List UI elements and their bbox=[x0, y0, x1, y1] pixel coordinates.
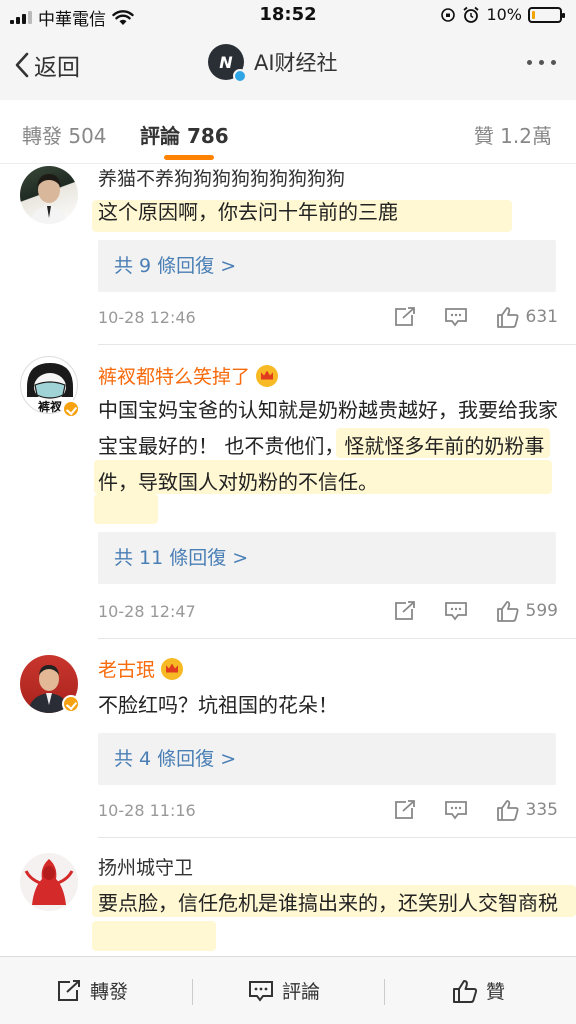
more-options-icon[interactable] bbox=[527, 60, 556, 65]
comment-date: 10-28 12:47 bbox=[98, 602, 196, 621]
battery-percent: 10% bbox=[486, 5, 522, 24]
view-replies-link[interactable]: 共 4 條回復 > bbox=[98, 733, 556, 785]
avatar[interactable] bbox=[20, 853, 78, 911]
thumbs-up-icon bbox=[496, 601, 519, 622]
repost-label: 轉發 bbox=[90, 981, 129, 1003]
orientation-lock-icon bbox=[441, 7, 456, 22]
active-tab-indicator bbox=[164, 155, 214, 160]
tab-comments[interactable]: 評論 786 bbox=[140, 120, 229, 149]
tab-repost[interactable]: 轉發 504 bbox=[22, 120, 107, 149]
divider bbox=[192, 979, 193, 1005]
like-button[interactable]: 599 bbox=[496, 600, 558, 622]
tab-bar: 轉發 504 評論 786 贊 1.2萬 bbox=[0, 100, 576, 164]
comment-actions: 335 bbox=[366, 799, 558, 821]
like-count: 631 bbox=[525, 307, 558, 327]
thumbs-up-icon bbox=[453, 979, 478, 1003]
comment-item: 扬州城守卫 要点脸，信任危机是谁搞出来的，还笑别人交智商税 bbox=[0, 841, 576, 956]
verified-badge-icon bbox=[62, 695, 80, 713]
like-button[interactable]: 贊 bbox=[452, 977, 505, 1004]
comment-text: 不脸红吗？坑祖国的花朵！ bbox=[98, 693, 338, 717]
username-text[interactable]: 养猫不养狗狗狗狗狗狗狗狗狗 bbox=[98, 164, 345, 191]
status-right: 10% bbox=[440, 5, 565, 24]
comment-button[interactable]: 評論 bbox=[248, 977, 320, 1004]
comment-icon bbox=[249, 980, 273, 1002]
bottom-action-bar: 轉發 評論 贊 bbox=[0, 956, 576, 1024]
avatar-caption: 裤衩 bbox=[38, 399, 63, 414]
battery-level bbox=[532, 10, 535, 19]
username[interactable]: 扬州城守卫 bbox=[98, 853, 193, 880]
vip-crown-icon bbox=[256, 364, 279, 387]
comment-meta: 10-28 11:16 335 bbox=[98, 799, 558, 823]
share-icon[interactable] bbox=[394, 307, 416, 327]
like-button[interactable]: 335 bbox=[496, 799, 558, 821]
username-text[interactable]: 扬州城守卫 bbox=[98, 853, 193, 880]
vip-crown-icon bbox=[161, 657, 184, 680]
account-header[interactable]: N AI财经社 bbox=[208, 44, 338, 83]
like-button[interactable]: 631 bbox=[496, 306, 558, 328]
avatar-image bbox=[30, 174, 68, 224]
comment-divider bbox=[98, 344, 576, 345]
username-text[interactable]: 老古珉 bbox=[98, 655, 155, 682]
status-bar: 中華電信 18:52 10% bbox=[0, 0, 576, 30]
comment-item: 养猫不养狗狗狗狗狗狗狗狗狗 这个原因啊，你去问十年前的三鹿 共 9 條回復 > … bbox=[0, 164, 576, 346]
like-label: 贊 bbox=[486, 981, 506, 1003]
comment-text: 要点脸，信任危机是谁搞出来的，还笑别人交智商税 bbox=[98, 891, 558, 915]
account-logo: N bbox=[219, 52, 233, 72]
view-replies-link[interactable]: 共 9 條回復 > bbox=[98, 240, 556, 292]
view-replies-link[interactable]: 共 11 條回復 > bbox=[98, 532, 556, 584]
share-icon[interactable] bbox=[394, 601, 416, 621]
comment-item: 老古珉 不脸红吗？坑祖国的花朵！ 共 4 條回復 > 10-28 11:16 3… bbox=[0, 641, 576, 841]
comment-text: 这个原因啊，你去问十年前的三鹿 bbox=[98, 200, 398, 224]
thumbs-up-icon bbox=[496, 307, 519, 328]
username[interactable]: 老古珉 bbox=[98, 655, 184, 682]
like-count: 599 bbox=[525, 601, 558, 621]
reply-icon[interactable] bbox=[444, 307, 468, 327]
username[interactable]: 裤衩都特么笑掉了 bbox=[98, 362, 279, 389]
back-button[interactable]: 返回 bbox=[14, 48, 80, 82]
verified-badge-icon bbox=[233, 69, 247, 83]
reply-icon[interactable] bbox=[444, 601, 468, 621]
username-text[interactable]: 裤衩都特么笑掉了 bbox=[98, 362, 250, 389]
reply-icon[interactable] bbox=[444, 800, 468, 820]
comment-item: 裤衩 裤衩都特么笑掉了 中国宝妈宝爸的认知就是奶粉越贵越好，我要给我家宝宝最好的… bbox=[0, 346, 576, 641]
text-highlight bbox=[92, 921, 216, 951]
tab-likes[interactable]: 贊 1.2萬 bbox=[474, 120, 552, 149]
account-name[interactable]: AI财经社 bbox=[254, 47, 338, 77]
share-icon[interactable] bbox=[394, 800, 416, 820]
repost-button[interactable]: 轉發 bbox=[56, 977, 128, 1004]
verified-badge-icon bbox=[62, 400, 80, 418]
comment-text: 中国宝妈宝爸的认知就是奶粉越贵越好，我要给我家宝宝最好的！ 也不贵他们，怪就怪多… bbox=[98, 398, 558, 494]
comment-label: 評論 bbox=[282, 981, 321, 1003]
comment-meta: 10-28 12:47 599 bbox=[98, 600, 558, 624]
nav-bar: 返回 N AI财经社 bbox=[0, 30, 576, 100]
account-avatar[interactable]: N bbox=[208, 44, 247, 83]
comment-divider bbox=[98, 638, 576, 639]
divider bbox=[384, 979, 385, 1005]
avatar[interactable] bbox=[20, 166, 78, 224]
like-count: 335 bbox=[525, 800, 558, 820]
avatar-image bbox=[24, 859, 74, 905]
battery-icon bbox=[528, 6, 565, 23]
back-label: 返回 bbox=[34, 55, 80, 81]
comment-divider bbox=[98, 837, 576, 838]
thumbs-up-icon bbox=[496, 800, 519, 821]
alarm-icon bbox=[463, 6, 480, 23]
comment-date: 10-28 11:16 bbox=[98, 801, 196, 820]
comment-date: 10-28 12:46 bbox=[98, 308, 196, 327]
comment-actions: 631 bbox=[366, 306, 558, 328]
chevron-left-icon bbox=[15, 52, 29, 78]
comment-meta: 10-28 12:46 631 bbox=[98, 306, 558, 330]
share-icon bbox=[58, 979, 80, 1001]
comment-actions: 599 bbox=[366, 600, 558, 622]
username[interactable]: 养猫不养狗狗狗狗狗狗狗狗狗 bbox=[98, 164, 345, 191]
